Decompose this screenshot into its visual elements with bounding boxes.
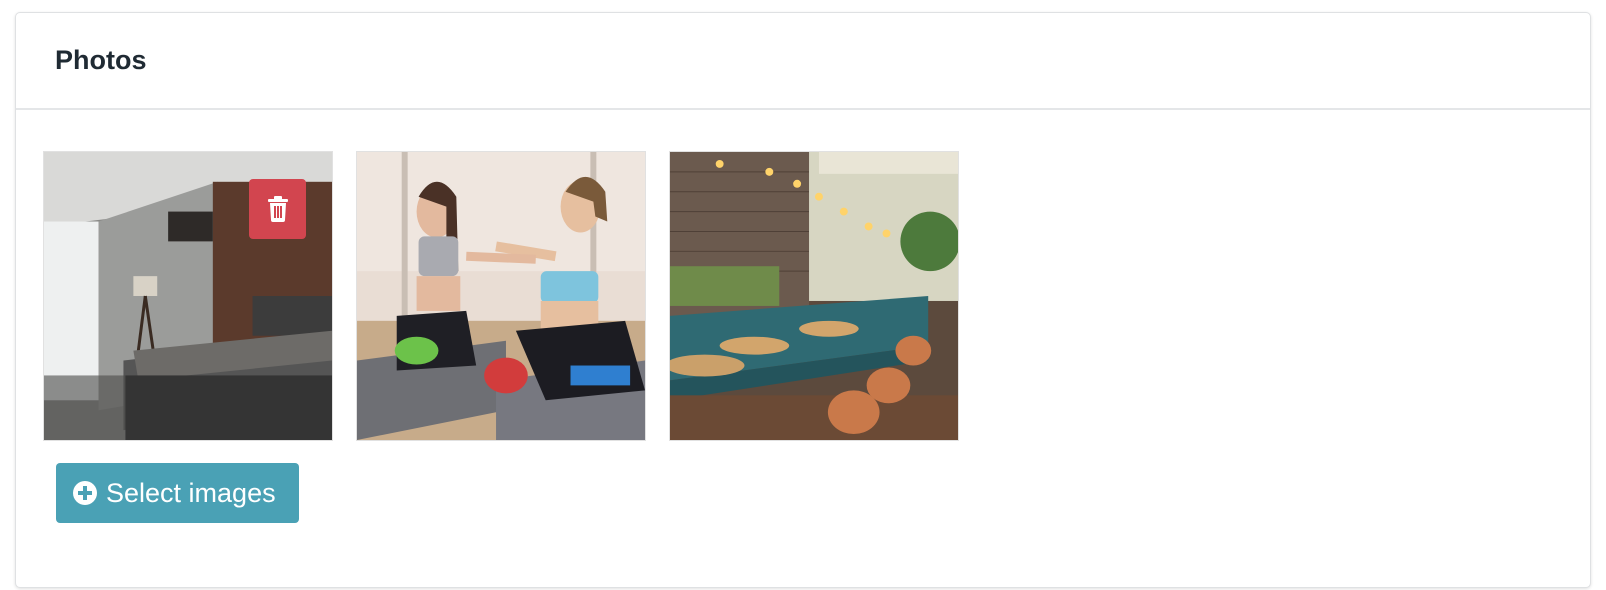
restaurant-image [670, 152, 958, 440]
photo-thumbnail-fitness[interactable] [356, 151, 646, 441]
select-images-button[interactable]: Select images [56, 463, 299, 523]
photo-thumbnail-bedroom[interactable] [43, 151, 333, 441]
trash-icon [267, 196, 288, 222]
plus-circle-icon [73, 481, 97, 505]
fitness-image [357, 152, 645, 440]
photo-gallery [43, 151, 959, 441]
delete-photo-button[interactable] [249, 179, 306, 239]
photos-card: Photos Select images [15, 12, 1591, 588]
card-title: Photos [55, 45, 147, 75]
card-header: Photos [16, 13, 1590, 110]
select-images-label: Select images [106, 477, 276, 508]
photo-thumbnail-restaurant[interactable] [669, 151, 959, 441]
